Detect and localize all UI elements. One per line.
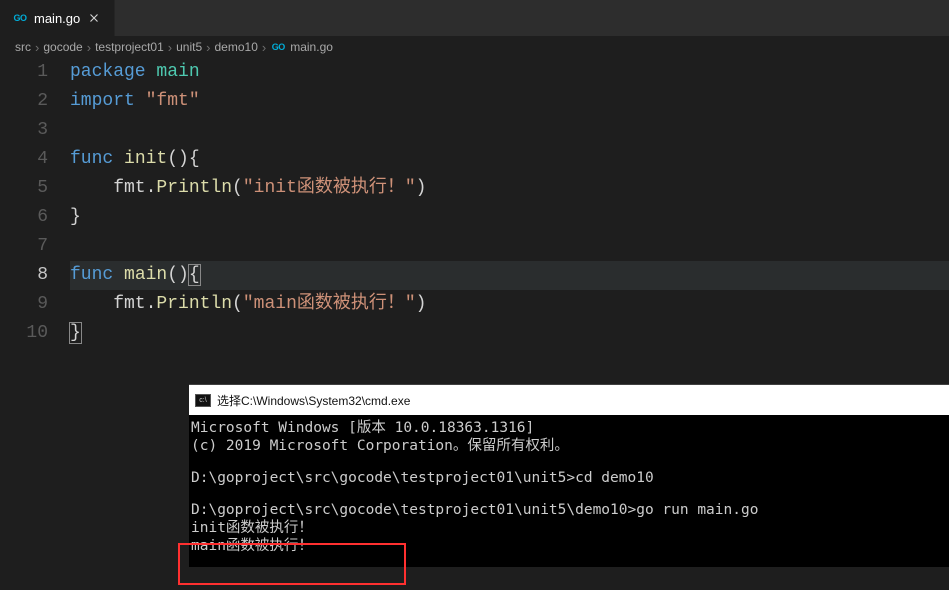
cmd-window: c:\ 选择C:\Windows\System32\cmd.exe Micros…	[189, 384, 949, 567]
tab-bar: GO main.go	[0, 0, 949, 36]
line-number: 5	[0, 174, 48, 203]
chevron-right-icon: ›	[206, 40, 210, 55]
line-number: 7	[0, 232, 48, 261]
cmd-line: D:\goproject\src\gocode\testproject01\un…	[191, 469, 947, 487]
tab-main-go[interactable]: GO main.go	[0, 0, 115, 36]
close-icon[interactable]	[86, 10, 102, 26]
cmd-title-text: 选择C:\Windows\System32\cmd.exe	[217, 392, 410, 409]
code-editor[interactable]: 1 2 3 4 5 6 7 8 9 10 package main import…	[0, 58, 949, 348]
go-icon: GO	[270, 41, 286, 53]
code-content[interactable]: package main import "fmt" func init(){ f…	[70, 58, 949, 348]
code-line: func init(){	[70, 145, 949, 174]
line-number: 9	[0, 290, 48, 319]
line-number: 4	[0, 145, 48, 174]
cmd-titlebar[interactable]: c:\ 选择C:\Windows\System32\cmd.exe	[189, 385, 949, 415]
go-icon: GO	[12, 12, 28, 24]
line-number: 1	[0, 58, 48, 87]
cmd-line: D:\goproject\src\gocode\testproject01\un…	[191, 501, 947, 519]
chevron-right-icon: ›	[168, 40, 172, 55]
code-line: }	[70, 319, 949, 348]
cmd-line: init函数被执行！	[191, 519, 947, 537]
crumb[interactable]: unit5	[176, 40, 202, 54]
cmd-line: (c) 2019 Microsoft Corporation。保留所有权利。	[191, 437, 947, 455]
code-line: fmt.Println("main函数被执行！")	[70, 290, 949, 319]
code-line	[70, 116, 949, 145]
crumb[interactable]: demo10	[215, 40, 258, 54]
line-number: 3	[0, 116, 48, 145]
tab-label: main.go	[34, 11, 80, 26]
code-line	[70, 232, 949, 261]
code-line: }	[70, 203, 949, 232]
code-line: fmt.Println("init函数被执行！")	[70, 174, 949, 203]
cmd-line: main函数被执行！	[191, 537, 947, 555]
line-number: 6	[0, 203, 48, 232]
crumb[interactable]: testproject01	[95, 40, 164, 54]
chevron-right-icon: ›	[87, 40, 91, 55]
crumb[interactable]: src	[15, 40, 31, 54]
line-number: 8	[0, 261, 48, 290]
code-line: func main(){	[70, 261, 949, 290]
code-line: import "fmt"	[70, 87, 949, 116]
chevron-right-icon: ›	[262, 40, 266, 55]
cmd-line: Microsoft Windows [版本 10.0.18363.1316]	[191, 419, 947, 437]
crumb[interactable]: main.go	[290, 40, 333, 54]
line-number: 10	[0, 319, 48, 348]
chevron-right-icon: ›	[35, 40, 39, 55]
line-number: 2	[0, 87, 48, 116]
cmd-icon: c:\	[195, 394, 211, 407]
breadcrumb: src › gocode › testproject01 › unit5 › demo1…	[0, 36, 949, 58]
code-line: package main	[70, 58, 949, 87]
cmd-output[interactable]: Microsoft Windows [版本 10.0.18363.1316] (…	[189, 415, 949, 567]
gutter: 1 2 3 4 5 6 7 8 9 10	[0, 58, 70, 348]
crumb[interactable]: gocode	[43, 40, 82, 54]
